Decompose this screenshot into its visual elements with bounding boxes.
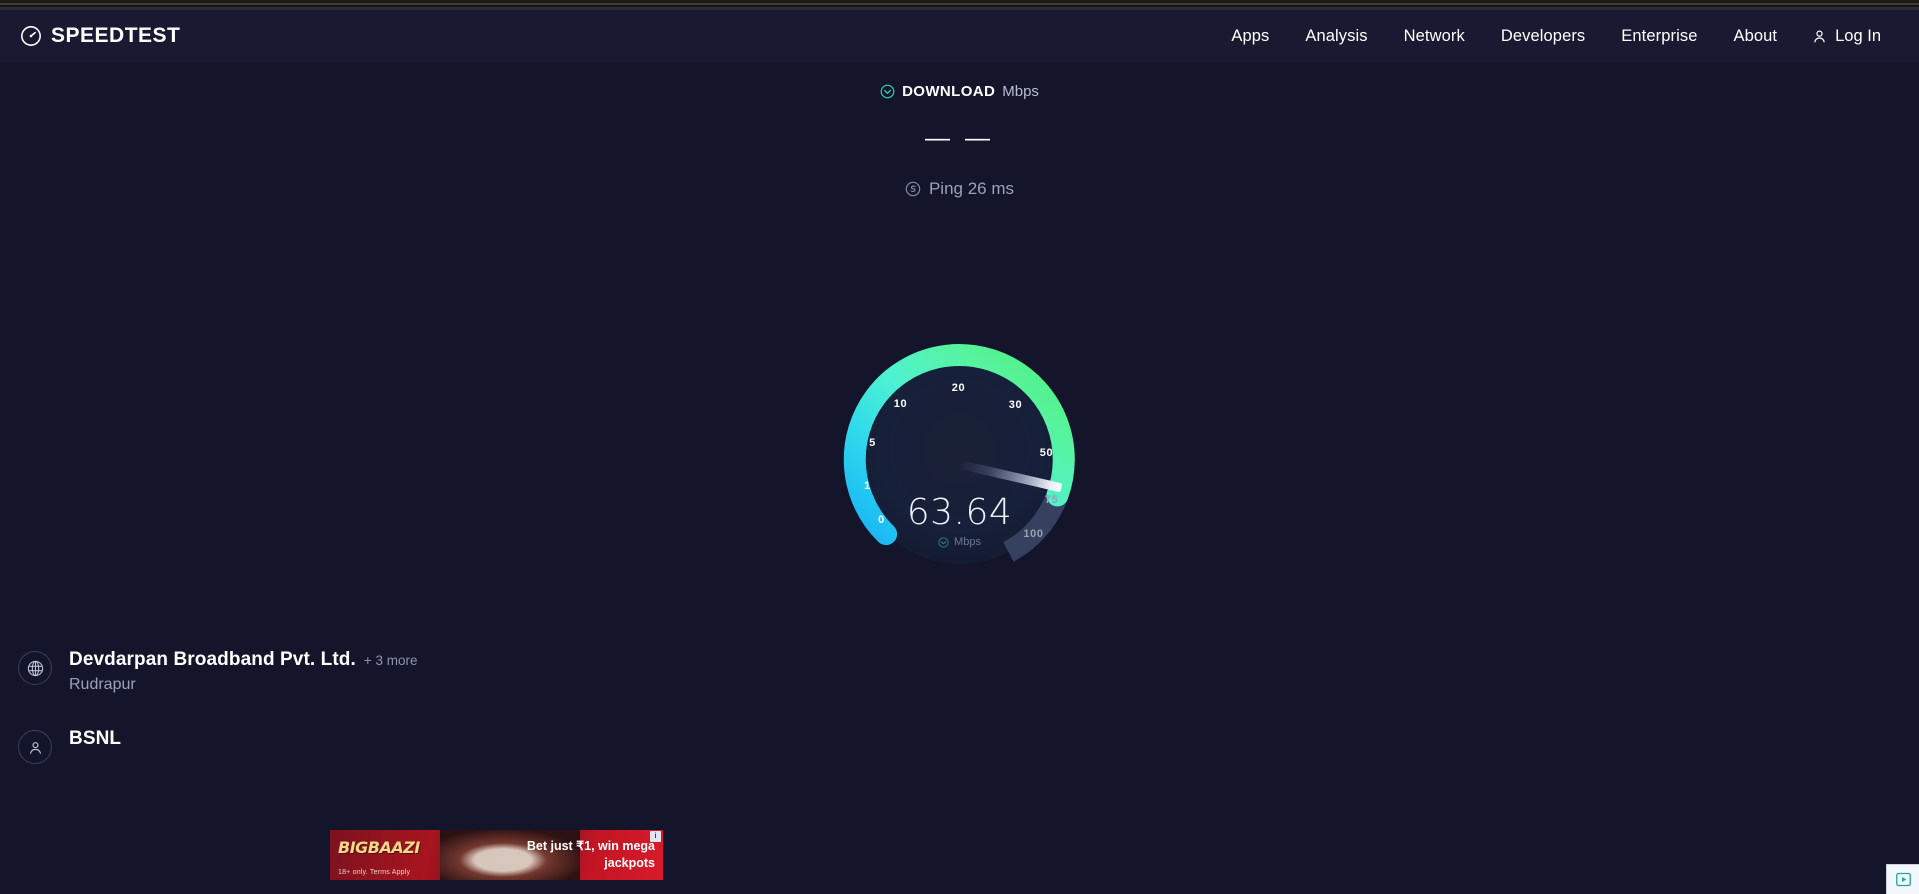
gauge-tick-30: 30 (1008, 399, 1023, 411)
gauge-tick-50: 50 (1039, 447, 1054, 459)
nav-item-developers[interactable]: Developers (1483, 19, 1603, 54)
gauge-unit-row: Mbps (938, 536, 981, 548)
login-label: Log In (1835, 26, 1881, 45)
ad-choices-icon[interactable]: i (650, 831, 661, 842)
download-circle-icon (880, 84, 895, 99)
main-nav: Apps Analysis Network Developers Enterpr… (1213, 19, 1919, 54)
download-heading: DOWNLOAD Mbps (880, 83, 1039, 100)
play-triangle-icon (1895, 872, 1911, 887)
ad-terms: 18+ only. Terms Apply (338, 869, 411, 876)
person-icon-wrap (18, 730, 52, 764)
nav-item-enterprise[interactable]: Enterprise (1603, 19, 1715, 54)
brand-name: SPEEDTEST (51, 24, 181, 47)
download-label: DOWNLOAD (902, 83, 996, 100)
gauge-tick-20: 20 (951, 382, 966, 394)
speedometer-icon (21, 26, 41, 46)
ad-copy: Bet just ₹1, win mega jackpots (526, 839, 655, 870)
speedtest-page: SPEEDTEST Apps Analysis Network Develope… (0, 0, 1919, 894)
site-header: SPEEDTEST Apps Analysis Network Develope… (0, 10, 1919, 62)
download-circle-icon (938, 536, 949, 548)
nav-item-analysis[interactable]: Analysis (1287, 19, 1385, 54)
globe-icon-wrap (18, 651, 52, 685)
ad-logo: BIGBAAZI (338, 838, 420, 857)
gauge-value: 63.64 (906, 492, 1013, 533)
gauge-tick-10: 10 (893, 398, 908, 410)
video-play-icon[interactable] (1886, 864, 1919, 894)
ad-banner[interactable]: BIGBAAZI 18+ only. Terms Apply Bet just … (330, 830, 663, 880)
login-button[interactable]: Log In (1795, 19, 1891, 54)
provider-location: Rudrapur (69, 676, 136, 693)
provider-name-row: BSNL (69, 728, 121, 750)
provider-server: BSNL (18, 728, 121, 764)
provider-row: Devdarpan Broadband Pvt. Ltd. + 3 more R… (18, 649, 418, 694)
gauge-tick-1: 1 (864, 480, 871, 492)
provider-name: BSNL (69, 728, 122, 749)
provider-name-row: Devdarpan Broadband Pvt. Ltd. + 3 more (69, 649, 418, 671)
ping-text: Ping 26 ms (928, 179, 1015, 198)
gauge-readout: 63.64 Mbps (830, 492, 1090, 553)
person-icon (1814, 30, 1825, 42)
download-unit: Mbps (1002, 83, 1039, 100)
gauge-tick-5: 5 (869, 437, 876, 449)
globe-icon (27, 660, 43, 676)
ping-circle-icon (905, 181, 921, 197)
provider-more-link[interactable]: + 3 more (364, 653, 418, 668)
provider-row: BSNL (18, 728, 121, 764)
nav-item-network[interactable]: Network (1386, 19, 1483, 54)
person-icon (29, 741, 41, 754)
provider-isp: Devdarpan Broadband Pvt. Ltd. + 3 more R… (18, 649, 418, 694)
download-value: — — (925, 124, 994, 152)
speed-gauge: 0 1 5 10 20 30 50 75 100 63.64 Mbps (830, 330, 1090, 590)
brand-logo[interactable]: SPEEDTEST (20, 24, 180, 48)
nav-item-about[interactable]: About (1716, 19, 1796, 54)
results-strip: DOWNLOAD Mbps — — Ping 26 ms (0, 62, 1919, 202)
nav-item-apps[interactable]: Apps (1213, 19, 1287, 54)
ping-row: Ping 26 ms (905, 179, 1014, 199)
provider-name: Devdarpan Broadband Pvt. Ltd. (69, 649, 356, 670)
gauge-unit: Mbps (954, 536, 981, 548)
